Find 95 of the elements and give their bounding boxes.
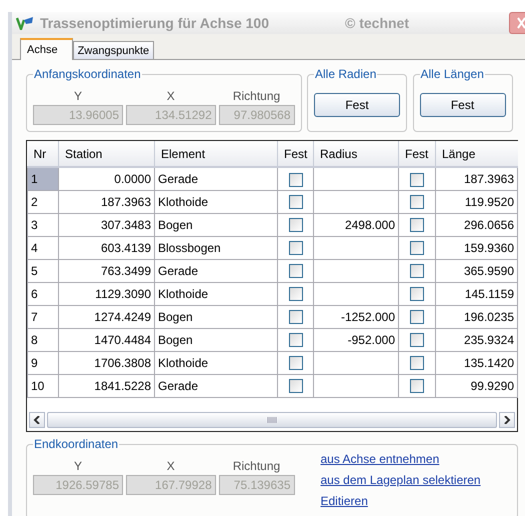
column-header[interactable]: Nr (28, 141, 58, 167)
checkbox[interactable] (288, 264, 302, 278)
column-header[interactable]: Radius (314, 141, 398, 167)
group-title: Anfangskoordinaten (33, 67, 142, 81)
group-title: Alle Radien (314, 67, 378, 81)
column-header[interactable]: Element (154, 141, 278, 167)
table-cell: 307.3483 (58, 213, 154, 236)
table-cell: -952.000 (348, 332, 395, 346)
row-header-cell[interactable]: 7 (28, 305, 58, 328)
checkbox[interactable] (410, 356, 424, 370)
checkbox[interactable] (288, 241, 302, 256)
copyright-text: © technet (345, 14, 409, 32)
checkbox[interactable] (410, 264, 424, 278)
column-header[interactable]: Fest (278, 141, 314, 167)
checkbox[interactable] (410, 333, 424, 348)
table-cell: Bogen (154, 328, 278, 351)
table-cell: Bogen (154, 305, 278, 328)
table-cell: 235.9324 (436, 328, 518, 351)
group-title: Alle Längen (420, 67, 485, 81)
fix-radii-button[interactable]: Fest (314, 93, 400, 117)
link[interactable]: aus dem Lageplan selektieren (320, 470, 481, 491)
table-cell: 763.3499 (58, 259, 154, 282)
field-label: Y (72, 88, 83, 105)
table-cell: 187.3963 (436, 167, 518, 190)
checkbox[interactable] (410, 172, 424, 187)
table-cell: 145.1159 (436, 282, 518, 305)
field-label: Richtung (232, 458, 282, 475)
checkbox[interactable] (410, 287, 424, 302)
checkbox[interactable] (410, 241, 424, 256)
table-cell: 187.3963 (58, 190, 154, 213)
row-header-cell[interactable]: 4 (28, 236, 58, 259)
table-cell: Gerade (154, 259, 278, 282)
field-label: Y (72, 458, 83, 475)
checkbox[interactable] (288, 310, 302, 324)
row-header-cell[interactable]: 5 (28, 259, 58, 282)
window-title: Trassenoptimierung für Achse 100 (40, 14, 269, 33)
table-cell: 296.0656 (436, 213, 518, 236)
row-header-cell[interactable]: 2 (28, 190, 58, 213)
table-cell: Klothoide (154, 282, 278, 305)
checkbox[interactable] (288, 379, 302, 394)
app-logo-icon (16, 16, 34, 30)
table-cell: 1706.3808 (58, 351, 154, 374)
fix-lengths-button[interactable]: Fest (420, 93, 506, 117)
checkbox[interactable] (288, 356, 302, 370)
table-cell: 1129.3090 (58, 282, 154, 305)
row-header-cell[interactable]: 9 (28, 351, 58, 374)
checkbox[interactable] (410, 379, 424, 394)
table-cell: 159.9360 (436, 236, 518, 259)
checkbox[interactable] (288, 218, 302, 232)
close-button[interactable] (509, 12, 525, 34)
table-cell: 135.1420 (436, 351, 518, 374)
checkbox[interactable] (288, 333, 302, 348)
table-cell: Bogen (154, 213, 278, 236)
tab[interactable]: Zwangspunkte (72, 41, 154, 59)
row-header-cell[interactable]: 6 (28, 282, 58, 305)
table-cell: 603.4139 (58, 236, 154, 259)
column-header[interactable]: Station (58, 141, 154, 167)
table-cell: Klothoide (154, 351, 278, 374)
table-cell: 0.0000 (58, 167, 154, 190)
checkbox[interactable] (288, 172, 302, 187)
column-header[interactable]: Länge (436, 141, 518, 167)
checkbox[interactable] (288, 195, 302, 210)
table-cell: Blossbogen (154, 236, 278, 259)
table-cell: Gerade (154, 374, 278, 397)
field-label: Richtung (232, 88, 282, 105)
link[interactable]: aus Achse entnehmen (320, 449, 481, 470)
column-header[interactable]: Fest (398, 141, 436, 167)
scroll-left-icon[interactable] (29, 412, 45, 428)
row-header-cell[interactable]: 8 (28, 328, 58, 351)
table-cell: 119.9520 (436, 190, 518, 213)
checkbox[interactable] (288, 287, 302, 302)
table-cell: Klothoide (154, 190, 278, 213)
row-header-cell[interactable]: 10 (28, 374, 58, 397)
field-label: X (166, 88, 176, 105)
row-header-cell[interactable]: 1 (28, 167, 58, 190)
checkbox[interactable] (410, 218, 424, 232)
scroll-right-icon[interactable] (499, 412, 515, 428)
table-cell: 196.0235 (436, 305, 518, 328)
field-label: X (166, 458, 176, 475)
table-cell: Gerade (154, 167, 278, 190)
scroll-thumb[interactable] (47, 412, 497, 428)
table-cell: -1252.000 (340, 310, 395, 324)
row-header-cell[interactable]: 3 (28, 213, 58, 236)
table-cell: 2498.000 (344, 218, 395, 232)
link[interactable]: Editieren (320, 491, 481, 512)
table-cell: 99.9290 (436, 374, 518, 397)
tab[interactable]: Achse (20, 38, 73, 60)
horizontal-scrollbar[interactable] (27, 411, 517, 429)
table-cell: 1841.5228 (58, 374, 154, 397)
group-title: Endkoordinaten (33, 437, 120, 451)
table-cell: 1274.4249 (58, 305, 154, 328)
table-cell: 1470.4484 (58, 328, 154, 351)
checkbox[interactable] (410, 310, 424, 324)
table-cell: 365.9590 (436, 259, 518, 282)
checkbox[interactable] (410, 195, 424, 210)
